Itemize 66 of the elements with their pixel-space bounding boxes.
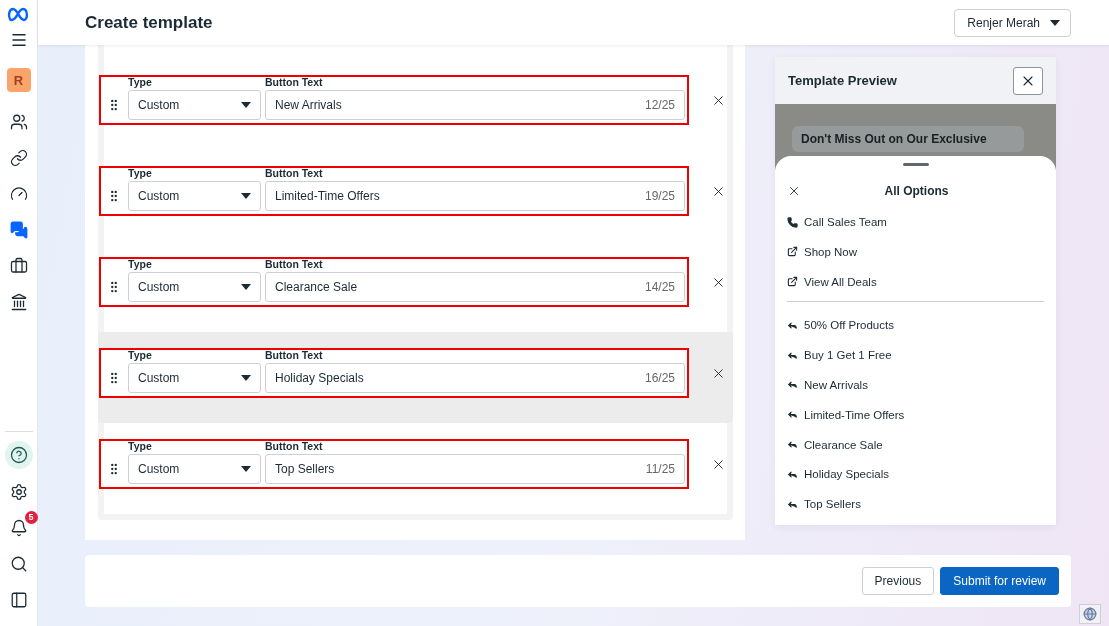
field-label: Type — [128, 440, 153, 452]
field-value: Top Sellers — [275, 462, 335, 476]
option-item[interactable]: 50% Off Products — [787, 315, 894, 336]
page-title: Create template — [85, 12, 213, 33]
field-label: Button Text — [265, 167, 324, 179]
option-item[interactable]: Limited-Time Offers — [787, 404, 905, 425]
notification-badge: 5 — [24, 511, 38, 524]
field-value: Holiday Specials — [275, 371, 364, 385]
option-item[interactable]: Holiday Specials — [787, 464, 889, 485]
submit-button[interactable]: Submit for review — [940, 567, 1059, 595]
caret-icon — [241, 466, 251, 472]
field-value: Limited-Time Offers — [275, 189, 380, 203]
character-counter: 12/25 — [644, 98, 675, 112]
external-link-icon — [787, 246, 798, 258]
close-button[interactable] — [1013, 66, 1043, 95]
field-label: Type — [128, 349, 153, 361]
field-label: Type — [128, 167, 153, 179]
option-item[interactable]: Top Sellers — [787, 494, 861, 515]
caret-icon — [241, 375, 251, 381]
option-item[interactable]: Clearance Sale — [787, 434, 883, 455]
account-dropdown[interactable]: Renjer Merah — [954, 8, 1071, 37]
help-icon[interactable] — [4, 441, 33, 469]
field-label: Button Text — [265, 349, 324, 361]
globe-icon[interactable] — [1079, 604, 1101, 624]
reply-icon — [787, 409, 798, 421]
button-text-field[interactable]: New Arrivals 12/25 — [265, 90, 685, 120]
field-label: Button Text — [265, 76, 324, 88]
message-bubble: Don't Miss Out on Our Exclusive — [792, 126, 1024, 153]
grab-handle — [902, 163, 929, 166]
button-text-field[interactable]: Holiday Specials 16/25 — [265, 363, 685, 393]
field-label: Type — [128, 76, 153, 88]
sheet-title: All Options — [883, 184, 950, 198]
field-label: Type — [128, 258, 153, 270]
character-counter: 19/25 — [644, 189, 675, 203]
character-counter: 16/25 — [644, 371, 675, 385]
field-label: Button Text — [265, 258, 324, 270]
type-select[interactable]: Custom — [128, 181, 261, 211]
caret-icon — [241, 193, 251, 199]
button-text-field[interactable]: Clearance Sale 14/25 — [265, 272, 685, 302]
option-item[interactable]: Call Sales Team — [787, 212, 887, 232]
option-item[interactable]: Shop Now — [787, 241, 858, 262]
previous-button[interactable]: Previous — [861, 567, 935, 595]
preview-title: Template Preview — [788, 73, 897, 88]
reply-icon — [787, 379, 798, 391]
field-value: New Arrivals — [275, 98, 342, 112]
reply-icon — [787, 439, 798, 451]
logo-icon[interactable] — [6, 6, 31, 22]
caret-icon — [241, 284, 251, 290]
type-select[interactable]: Custom — [128, 90, 261, 120]
external-link-icon — [787, 276, 798, 288]
type-select[interactable]: Custom — [128, 454, 261, 484]
field-value: Clearance Sale — [275, 280, 358, 294]
phone-icon — [787, 216, 798, 228]
type-select[interactable]: Custom — [128, 272, 261, 302]
caret-icon — [241, 102, 251, 108]
button-text-field[interactable]: Top Sellers 11/25 — [265, 454, 685, 484]
option-item[interactable]: Buy 1 Get 1 Free — [787, 345, 892, 366]
type-select[interactable]: Custom — [128, 363, 261, 393]
close-icon[interactable] — [787, 184, 801, 198]
character-counter: 11/25 — [645, 462, 675, 476]
character-counter: 14/25 — [644, 280, 675, 294]
option-item[interactable]: View All Deals — [787, 271, 877, 292]
field-label: Button Text — [265, 440, 324, 452]
button-text-field[interactable]: Limited-Time Offers 19/25 — [265, 181, 685, 211]
option-item[interactable]: New Arrivals — [787, 375, 868, 395]
caret-icon — [1050, 19, 1060, 26]
